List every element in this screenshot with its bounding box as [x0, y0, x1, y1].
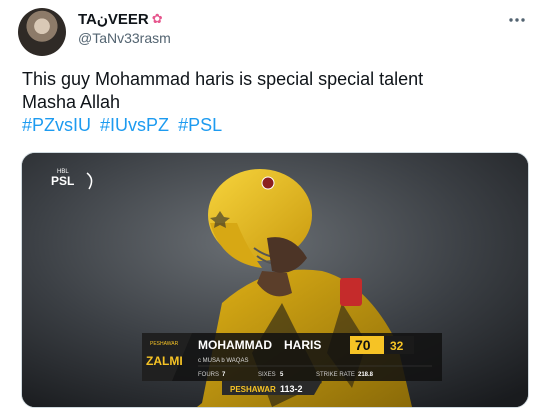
user-handle[interactable]: @TaNv33rasm [78, 30, 171, 46]
flower-icon: ✿ [151, 11, 163, 26]
hashtag-list: #PZvsIU #IUvsPZ #PSL [22, 114, 522, 137]
hashtag-psl[interactable]: #PSL [178, 115, 222, 135]
tweet-text-line-2: Masha Allah [22, 92, 121, 112]
more-dots-graphic [509, 18, 525, 22]
fours-label: FOURS [198, 372, 219, 378]
tweet-text: This guy Mohammad haris is special speci… [22, 68, 522, 137]
team-score-value: 113-2 [280, 384, 303, 394]
dismissal-text: c MUSA b WAQAS [198, 358, 248, 364]
avatar[interactable] [18, 8, 66, 56]
hashtag-pzvsiu[interactable]: #PZvsIU [22, 115, 91, 135]
team-score-label: PESHAWAR [230, 385, 276, 394]
display-name[interactable]: TAنVEER [78, 10, 149, 28]
batsman-first-name: MOHAMMAD [198, 338, 272, 352]
more-horizontal-icon[interactable] [505, 8, 529, 32]
sixes-label: SIXES [258, 372, 276, 378]
runs-value: 70 [355, 337, 371, 353]
tweet-media-image[interactable]: HBL PSL PESHAWAR ZALMI MOHAMMAD HARIS 70… [21, 152, 529, 408]
author-name-row[interactable]: TAنVEER ✿ [78, 10, 163, 28]
hashtag-iuvspz[interactable]: #IUvsPZ [100, 115, 169, 135]
balls-value: 32 [390, 339, 404, 353]
team-badge-small: PESHAWAR [150, 341, 179, 347]
cricket-broadcast-frame: HBL PSL PESHAWAR ZALMI MOHAMMAD HARIS 70… [22, 153, 528, 407]
team-badge-large: ZALMI [146, 354, 183, 368]
strike-rate-value: 218.8 [358, 372, 374, 378]
psl-text: PSL [51, 174, 74, 188]
tweet-text-line-1: This guy Mohammad haris is special speci… [22, 69, 424, 89]
strike-rate-label: STRIKE RATE [316, 372, 355, 378]
batsman-last-name: HARIS [284, 338, 321, 352]
